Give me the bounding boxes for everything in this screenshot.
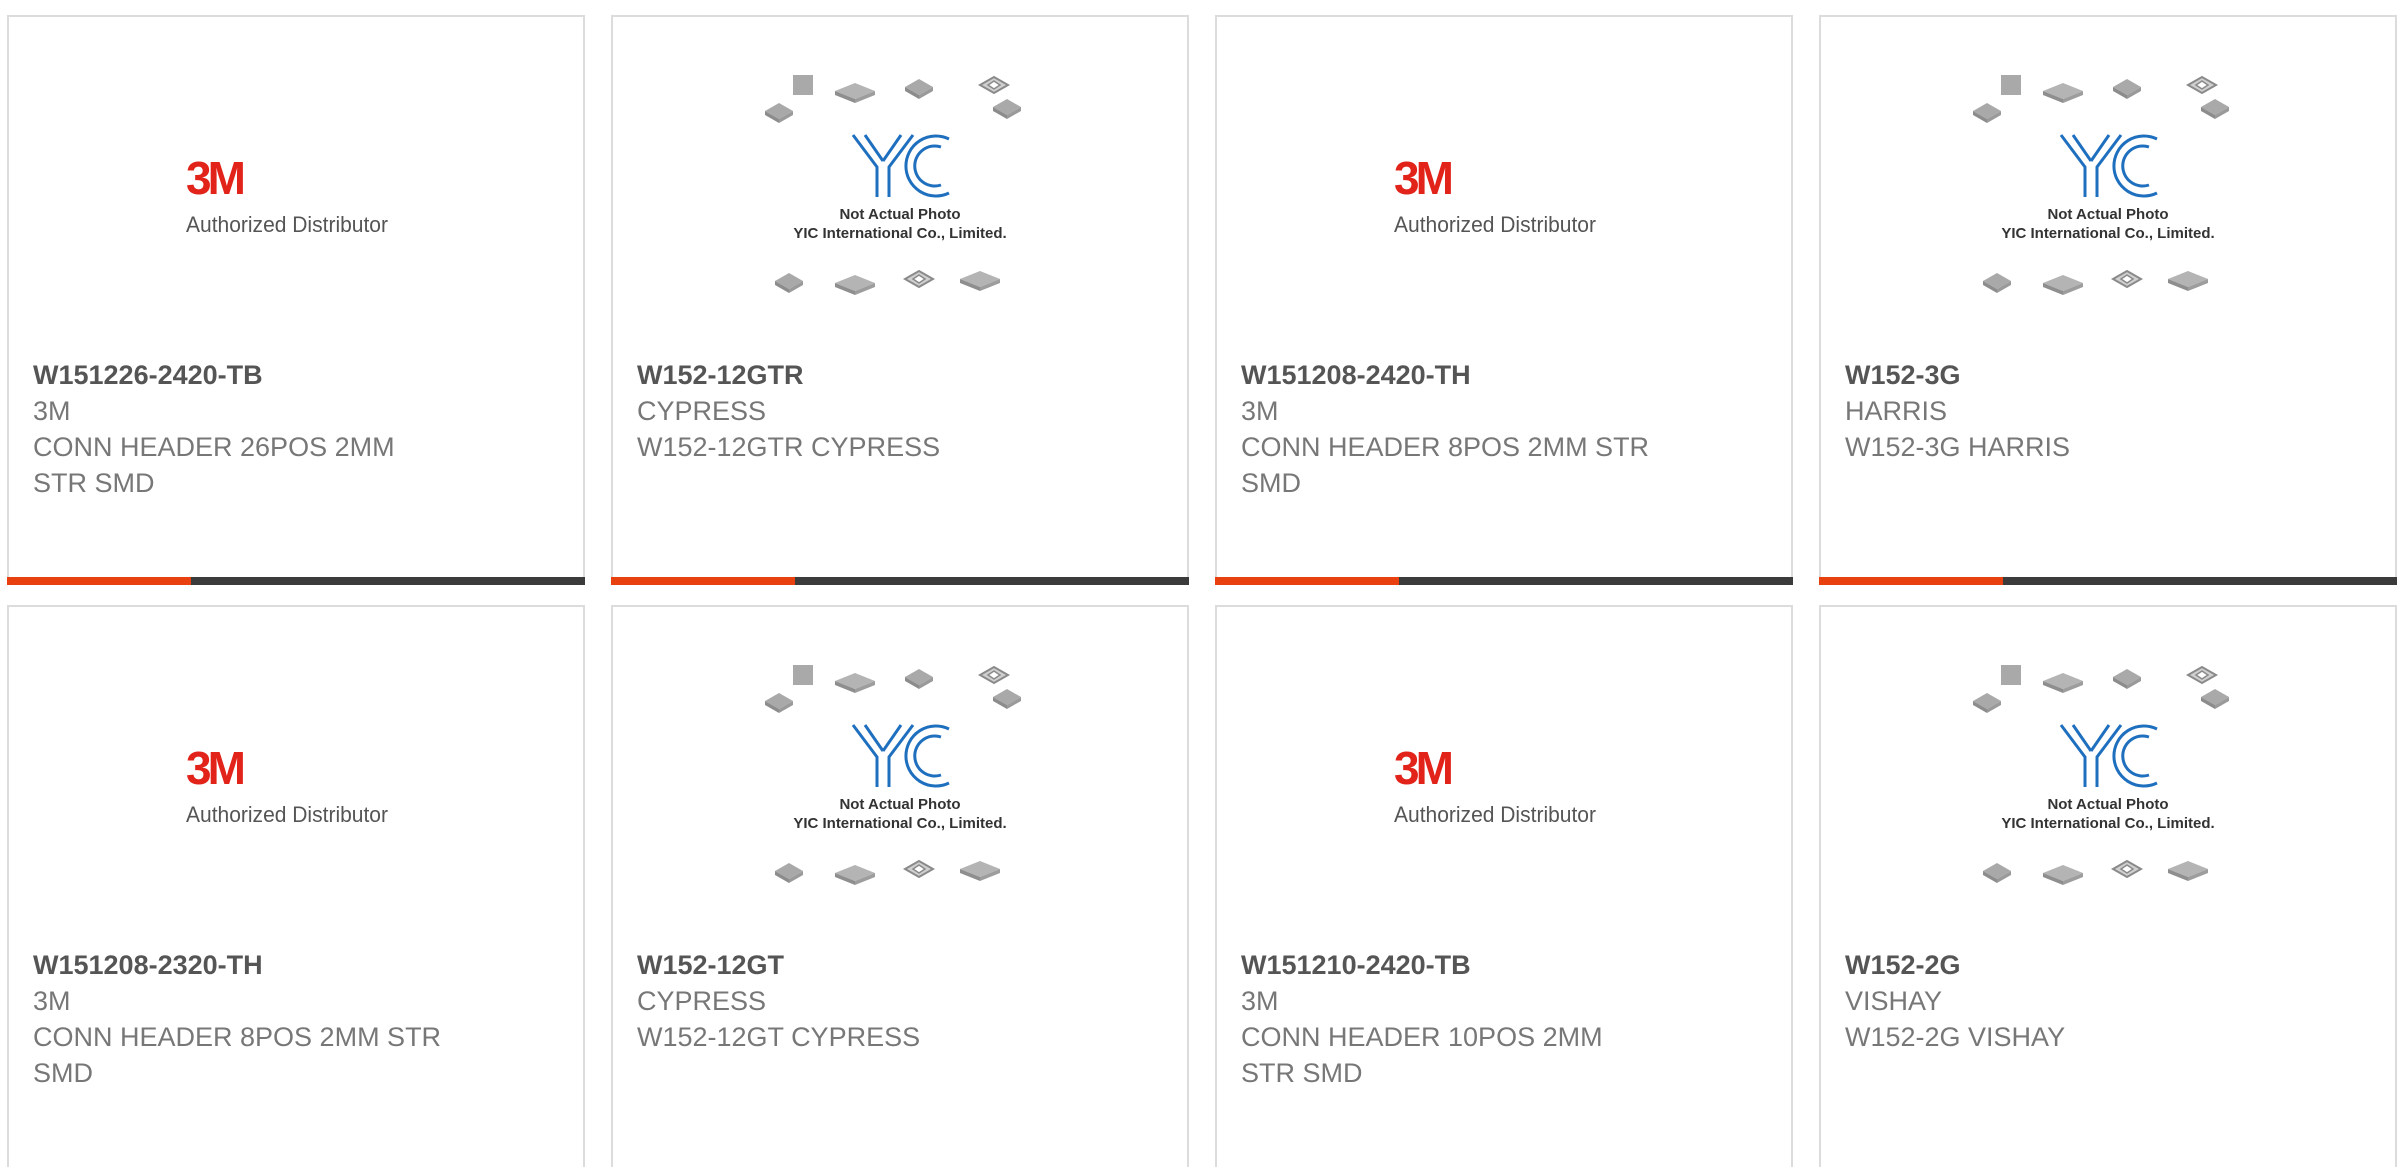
- manufacturer: 3M: [1241, 396, 1279, 426]
- part-number[interactable]: W151210-2420-TB: [1241, 947, 1767, 983]
- svg-text:YIC International Co., Limited: YIC International Co., Limited.: [793, 815, 1006, 832]
- part-number[interactable]: W152-2G: [1845, 947, 2371, 983]
- product-card[interactable]: Not Actual Photo YIC International Co., …: [611, 605, 1189, 1167]
- product-image: 3M Authorized Distributor: [9, 95, 583, 295]
- product-card[interactable]: Not Actual Photo YIC International Co., …: [1819, 15, 2397, 585]
- product-card[interactable]: Not Actual Photo YIC International Co., …: [1819, 605, 2397, 1167]
- manufacturer: 3M: [33, 986, 71, 1016]
- manufacturer: VISHAY: [1845, 986, 1943, 1016]
- product-image: Not Actual Photo YIC International Co., …: [1821, 665, 2395, 885]
- product-card[interactable]: 3M Authorized Distributor W151208-2320-T…: [7, 605, 585, 1167]
- part-number[interactable]: W152-12GT: [637, 947, 1163, 983]
- part-number[interactable]: W152-12GTR: [637, 357, 1163, 393]
- svg-text:Authorized Distributor: Authorized Distributor: [186, 212, 388, 237]
- manufacturer: CYPRESS: [637, 396, 767, 426]
- product-image: 3M Authorized Distributor: [1217, 685, 1791, 885]
- svg-text:Not Actual Photo: Not Actual Photo: [2047, 206, 2168, 223]
- card-bottom-bar: [1819, 577, 2397, 585]
- card-bottom-bar: [7, 577, 585, 585]
- 3m-logo-icon: 3M: [1394, 742, 1452, 794]
- description: CONN HEADER 26POS 2MM STR SMD: [33, 432, 395, 498]
- product-image: 3M Authorized Distributor: [9, 685, 583, 885]
- part-number[interactable]: W152-3G: [1845, 357, 2371, 393]
- svg-text:Authorized Distributor: Authorized Distributor: [186, 802, 388, 827]
- manufacturer: CYPRESS: [637, 986, 767, 1016]
- part-number[interactable]: W151208-2320-TH: [33, 947, 559, 983]
- product-image: 3M Authorized Distributor: [1217, 95, 1791, 295]
- description: CONN HEADER 8POS 2MM STR SMD: [1241, 432, 1650, 498]
- svg-text:YIC International Co., Limited: YIC International Co., Limited.: [2001, 225, 2214, 242]
- description: CONN HEADER 10POS 2MM STR SMD: [1241, 1022, 1603, 1088]
- 3m-logo-icon: 3M: [186, 742, 244, 794]
- product-card[interactable]: 3M Authorized Distributor W151210-2420-T…: [1215, 605, 1793, 1167]
- yic-logo-icon: [2059, 724, 2158, 788]
- svg-text:Not Actual Photo: Not Actual Photo: [839, 206, 960, 223]
- part-number[interactable]: W151226-2420-TB: [33, 357, 559, 393]
- 3m-logo-icon: 3M: [1394, 152, 1452, 204]
- svg-text:YIC International Co., Limited: YIC International Co., Limited.: [2001, 815, 2214, 832]
- product-image: Not Actual Photo YIC International Co., …: [1821, 75, 2395, 295]
- product-card[interactable]: 3M Authorized Distributor W151208-2420-T…: [1215, 15, 1793, 585]
- card-bottom-bar: [611, 577, 1189, 585]
- description: W152-2G VISHAY: [1845, 1022, 2066, 1052]
- 3m-logo-icon: 3M: [186, 152, 244, 204]
- product-card[interactable]: 3M Authorized Distributor W151226-2420-T…: [7, 15, 585, 585]
- description: W152-12GTR CYPRESS: [637, 432, 941, 462]
- svg-text:Authorized Distributor: Authorized Distributor: [1394, 802, 1596, 827]
- yic-logo-icon: [851, 134, 950, 198]
- svg-text:Not Actual Photo: Not Actual Photo: [839, 796, 960, 813]
- part-number[interactable]: W151208-2420-TH: [1241, 357, 1767, 393]
- product-image: Not Actual Photo YIC International Co., …: [613, 75, 1187, 295]
- svg-text:Authorized Distributor: Authorized Distributor: [1394, 212, 1596, 237]
- yic-logo-icon: [2059, 134, 2158, 198]
- svg-text:Not Actual Photo: Not Actual Photo: [2047, 796, 2168, 813]
- description: CONN HEADER 8POS 2MM STR SMD: [33, 1022, 442, 1088]
- manufacturer: 3M: [1241, 986, 1279, 1016]
- yic-logo-icon: [851, 724, 950, 788]
- description: W152-12GT CYPRESS: [637, 1022, 921, 1052]
- card-bottom-bar: [1215, 577, 1793, 585]
- product-image: Not Actual Photo YIC International Co., …: [613, 665, 1187, 885]
- manufacturer: 3M: [33, 396, 71, 426]
- product-card[interactable]: Not Actual Photo YIC International Co., …: [611, 15, 1189, 585]
- manufacturer: HARRIS: [1845, 396, 1948, 426]
- description: W152-3G HARRIS: [1845, 432, 2071, 462]
- svg-text:YIC International Co., Limited: YIC International Co., Limited.: [793, 225, 1006, 242]
- product-grid: 3M Authorized Distributor W151226-2420-T…: [0, 0, 2400, 1167]
